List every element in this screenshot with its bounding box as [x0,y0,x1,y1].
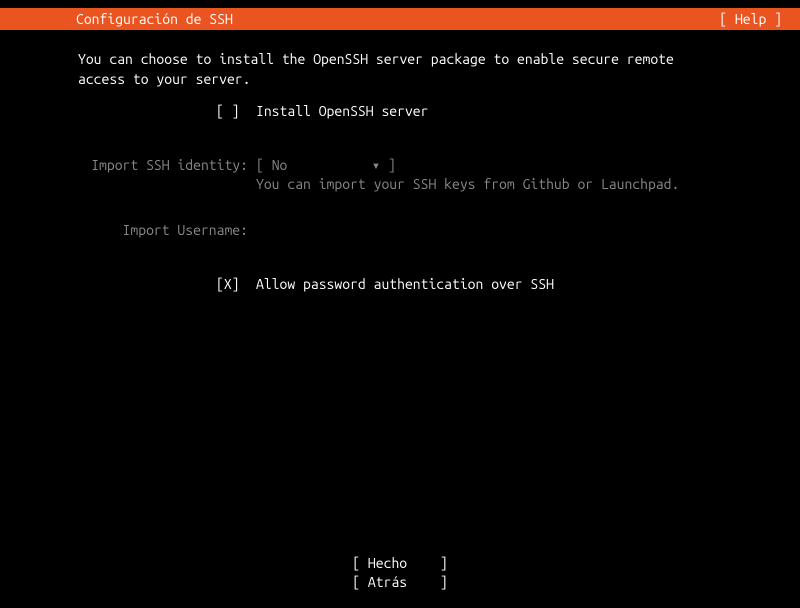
import-identity-field: [ No▾ ] You can import your SSH keys fro… [256,157,722,192]
import-username-row: Import Username: [78,222,722,238]
install-openssh-label: Install OpenSSH server [256,103,428,119]
import-identity-hint: You can import your SSH keys from Github… [256,176,722,192]
done-button[interactable]: [ Hecho] [0,554,800,573]
allow-password-label: Allow password authentication over SSH [256,276,554,292]
back-button[interactable]: [ Atrás] [0,573,800,592]
footer-buttons: [ Hecho] [ Atrás] [0,554,800,592]
import-identity-dropdown[interactable]: [ No▾ ] [256,157,396,174]
import-username-label: Import Username: [78,222,256,238]
allow-password-row[interactable]: [X] Allow password authentication over S… [78,276,722,292]
install-openssh-row[interactable]: [ ] Install OpenSSH server [78,103,722,119]
chevron-down-icon: ▾ [372,157,380,173]
import-identity-value: No [272,157,372,173]
header-bar: Configuración de SSH [ Help ] [0,8,800,30]
main-content: You can choose to install the OpenSSH se… [0,30,800,292]
page-title: Configuración de SSH [12,11,233,27]
install-openssh-checkbox[interactable]: [ ] [216,103,256,119]
import-identity-label: Import SSH identity: [78,157,256,173]
import-identity-row: Import SSH identity: [ No▾ ] You can imp… [78,157,722,192]
help-button[interactable]: [ Help ] [719,11,788,27]
intro-text: You can choose to install the OpenSSH se… [78,50,722,89]
allow-password-checkbox[interactable]: [X] [216,276,256,292]
